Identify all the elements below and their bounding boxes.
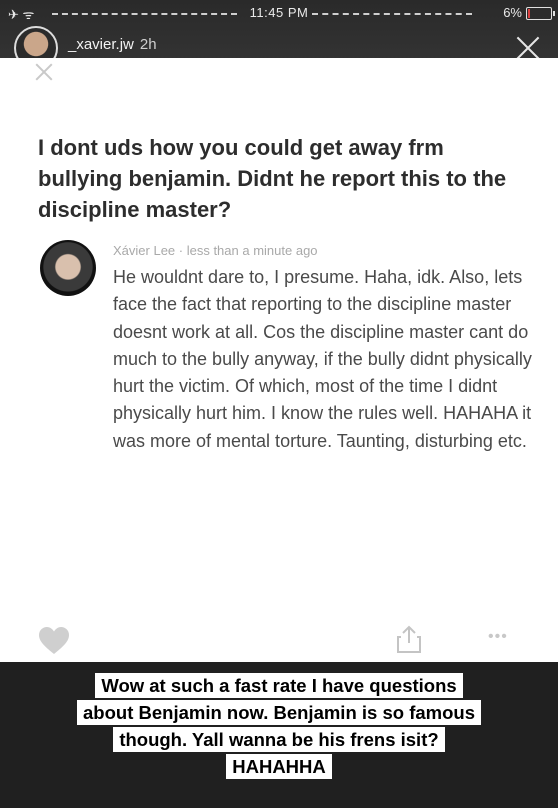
status-time: 11:45 PM — [249, 5, 309, 20]
close-icon[interactable] — [516, 36, 540, 60]
answer-time: less than a minute ago — [186, 243, 318, 258]
caption-line-1: Wow at such a fast rate I have questions — [95, 673, 463, 698]
story-username[interactable]: _xavier.jw — [68, 36, 134, 53]
question-text: I dont uds how you could get away frm bu… — [38, 135, 507, 222]
caption-line-4: HAHAHHA — [226, 754, 332, 779]
share-icon[interactable] — [396, 624, 422, 654]
answer-author: Xávier Lee — [113, 243, 176, 258]
heart-icon[interactable] — [38, 626, 70, 656]
battery-percent: 6% — [503, 5, 522, 20]
qa-card: I dont uds how you could get away frm bu… — [0, 58, 558, 662]
answer-meta: Xávier Lee · less than a minute ago — [113, 243, 318, 258]
story-caption: Wow at such a fast rate I have questions… — [0, 672, 558, 780]
more-icon[interactable]: ••• — [488, 629, 518, 645]
answer-text: He wouldnt dare to, I presume. Haha, idk… — [113, 267, 532, 451]
answer-avatar — [40, 240, 96, 296]
status-bar: ✈ ᯤ 11:45 PM 6% — [0, 0, 558, 28]
card-close-icon[interactable] — [35, 63, 53, 81]
story-time: 2h — [139, 36, 157, 53]
battery-icon — [526, 7, 555, 20]
caption-line-3: though. Yall wanna be his frens isit? — [113, 727, 445, 752]
battery-fill — [528, 9, 530, 18]
answer-meta-separator: · — [175, 243, 187, 258]
caption-line-2: about Benjamin now. Benjamin is so famou… — [77, 700, 481, 725]
story-username-row[interactable]: _xavier.jw 2h — [68, 36, 157, 53]
